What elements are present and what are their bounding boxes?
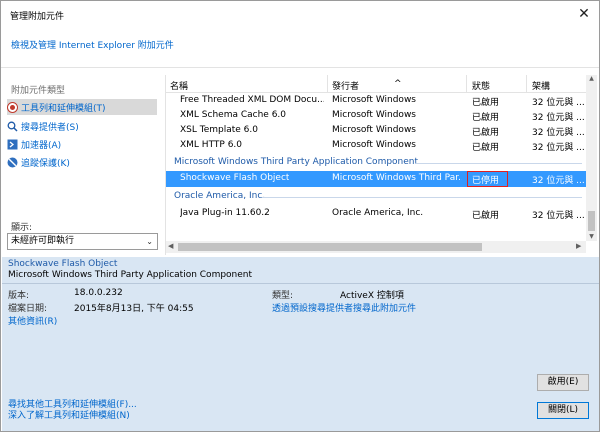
table-row[interactable]: XML Schema Cache 6.0 Microsoft Windows 已… bbox=[166, 108, 586, 124]
search-icon bbox=[7, 121, 18, 132]
header-divider bbox=[1, 67, 599, 68]
scroll-left-icon[interactable]: ◀ bbox=[168, 242, 173, 250]
row-publisher: Microsoft Windows bbox=[332, 140, 416, 150]
row-arch: 32 位元與 ... bbox=[532, 211, 585, 221]
column-divider[interactable] bbox=[327, 75, 328, 93]
row-arch: 32 位元與 ... bbox=[532, 113, 585, 123]
row-publisher: Oracle America, Inc. bbox=[332, 208, 424, 218]
category-label: 加速器(A) bbox=[21, 140, 62, 151]
show-filter-dropdown[interactable]: 未經許可即執行 ⌄ bbox=[7, 233, 158, 250]
manage-addons-window: 管理附加元件 ✕ 檢視及管理 Internet Explorer 附加元件 附加… bbox=[0, 0, 600, 432]
row-status: 已啟用 bbox=[472, 211, 500, 221]
category-tracking-protection[interactable]: 追蹤保護(K) bbox=[7, 154, 157, 170]
row-status: 已啟用 bbox=[472, 143, 500, 153]
group-header-oracle: Oracle America, Inc. bbox=[174, 191, 266, 201]
detail-publisher: Microsoft Windows Third Party Applicatio… bbox=[8, 270, 253, 280]
view-manage-addons-link[interactable]: 檢視及管理 Internet Explorer 附加元件 bbox=[11, 38, 174, 51]
type-label: 類型: bbox=[272, 291, 294, 301]
detail-addon-name: Shockwave Flash Object bbox=[8, 259, 118, 269]
category-label: 追蹤保護(K) bbox=[21, 158, 70, 169]
row-arch: 32 位元與 ... bbox=[532, 176, 585, 186]
file-date-label: 檔案日期: bbox=[8, 304, 48, 314]
details-panel: Shockwave Flash Object Microsoft Windows… bbox=[2, 257, 599, 431]
tracking-protection-icon bbox=[7, 157, 18, 168]
table-row[interactable]: Java Plug-in 11.60.2 Oracle America, Inc… bbox=[166, 206, 586, 222]
scroll-thumb[interactable] bbox=[588, 211, 595, 231]
type-value: ActiveX 控制項 bbox=[340, 291, 404, 301]
more-info-link[interactable]: 其他資訊(R) bbox=[8, 314, 57, 327]
column-architecture[interactable]: 架構 bbox=[532, 79, 550, 92]
accelerator-icon bbox=[7, 139, 18, 150]
show-filter-value: 未經許可即執行 bbox=[11, 236, 75, 246]
row-publisher: Microsoft Windows bbox=[332, 125, 416, 135]
learn-more-toolbars-link[interactable]: 深入了解工具列和延伸模組(N) bbox=[8, 408, 130, 421]
version-label: 版本: bbox=[8, 291, 30, 301]
row-name: Java Plug-in 11.60.2 bbox=[180, 208, 270, 218]
close-icon[interactable]: ✕ bbox=[573, 3, 595, 25]
scroll-up-icon[interactable]: ▲ bbox=[586, 75, 597, 82]
category-toolbars-extensions[interactable]: 工具列和延伸模組(T) bbox=[7, 99, 157, 115]
chevron-down-icon: ⌄ bbox=[146, 237, 153, 246]
row-publisher: Microsoft Windows bbox=[332, 110, 416, 120]
toolbar-icon bbox=[7, 101, 18, 113]
row-name: Shockwave Flash Object bbox=[180, 173, 290, 183]
table-row[interactable]: XSL Template 6.0 Microsoft Windows 已啟用 3… bbox=[166, 123, 586, 139]
show-label: 顯示: bbox=[11, 223, 33, 233]
list-header: ^ 名稱 發行者 狀態 架構 bbox=[166, 75, 586, 93]
row-arch: 32 位元與 ... bbox=[532, 98, 585, 108]
group-divider bbox=[416, 163, 582, 164]
row-name: Free Threaded XML DOM Docu... bbox=[180, 95, 324, 105]
window-title: 管理附加元件 bbox=[10, 12, 65, 22]
group-divider bbox=[262, 197, 582, 198]
close-button[interactable]: 關閉(L) bbox=[537, 402, 589, 419]
row-arch: 32 位元與 ... bbox=[532, 143, 585, 153]
column-divider[interactable] bbox=[466, 75, 467, 93]
row-name: XML HTTP 6.0 bbox=[180, 140, 243, 150]
scroll-right-icon[interactable]: ▶ bbox=[576, 242, 581, 250]
horizontal-scrollbar[interactable]: ◀ ▶ bbox=[166, 241, 586, 253]
sort-arrow-icon: ^ bbox=[394, 79, 402, 89]
row-status: 已啟用 bbox=[472, 113, 500, 123]
row-name: XSL Template 6.0 bbox=[180, 125, 258, 135]
column-publisher[interactable]: 發行者 bbox=[332, 79, 359, 92]
scroll-down-icon[interactable]: ▼ bbox=[586, 233, 597, 240]
column-name[interactable]: 名稱 bbox=[170, 79, 188, 92]
column-divider[interactable] bbox=[526, 75, 527, 93]
vertical-scrollbar[interactable]: ▲ ▼ bbox=[586, 75, 597, 241]
column-status[interactable]: 狀態 bbox=[472, 79, 490, 92]
row-status: 已啟用 bbox=[472, 98, 500, 108]
row-status: 已啟用 bbox=[472, 128, 500, 138]
file-date-value: 2015年8月13日, 下午 04:55 bbox=[74, 304, 194, 314]
row-publisher: Microsoft Windows Third Par... bbox=[332, 173, 462, 183]
group-header-ms-third-party: Microsoft Windows Third Party Applicatio… bbox=[174, 157, 419, 167]
category-search-providers[interactable]: 搜尋提供者(S) bbox=[7, 118, 157, 134]
enable-button[interactable]: 啟用(E) bbox=[537, 374, 589, 391]
version-value: 18.0.0.232 bbox=[74, 288, 123, 298]
disabled-status-highlight bbox=[467, 171, 508, 187]
category-label: 工具列和延伸模組(T) bbox=[21, 103, 106, 114]
table-row[interactable]: XML HTTP 6.0 Microsoft Windows 已啟用 32 位元… bbox=[166, 138, 586, 154]
category-label: 搜尋提供者(S) bbox=[21, 122, 79, 133]
row-arch: 32 位元與 ... bbox=[532, 128, 585, 138]
search-addon-link[interactable]: 透過預設搜尋提供者搜尋此附加元件 bbox=[272, 301, 416, 314]
addon-list: ^ 名稱 發行者 狀態 架構 Free Threaded XML DOM Doc… bbox=[165, 75, 597, 255]
title-bar: 管理附加元件 ✕ bbox=[1, 1, 599, 27]
table-row[interactable]: Free Threaded XML DOM Docu... Microsoft … bbox=[166, 93, 586, 109]
details-divider bbox=[2, 283, 599, 284]
scroll-thumb[interactable] bbox=[178, 243, 482, 251]
category-accelerators[interactable]: 加速器(A) bbox=[7, 136, 157, 152]
row-name: XML Schema Cache 6.0 bbox=[180, 110, 287, 120]
table-row-selected[interactable]: Shockwave Flash Object Microsoft Windows… bbox=[166, 171, 586, 187]
addon-types-heading: 附加元件類型 bbox=[11, 86, 66, 96]
row-publisher: Microsoft Windows bbox=[332, 95, 416, 105]
